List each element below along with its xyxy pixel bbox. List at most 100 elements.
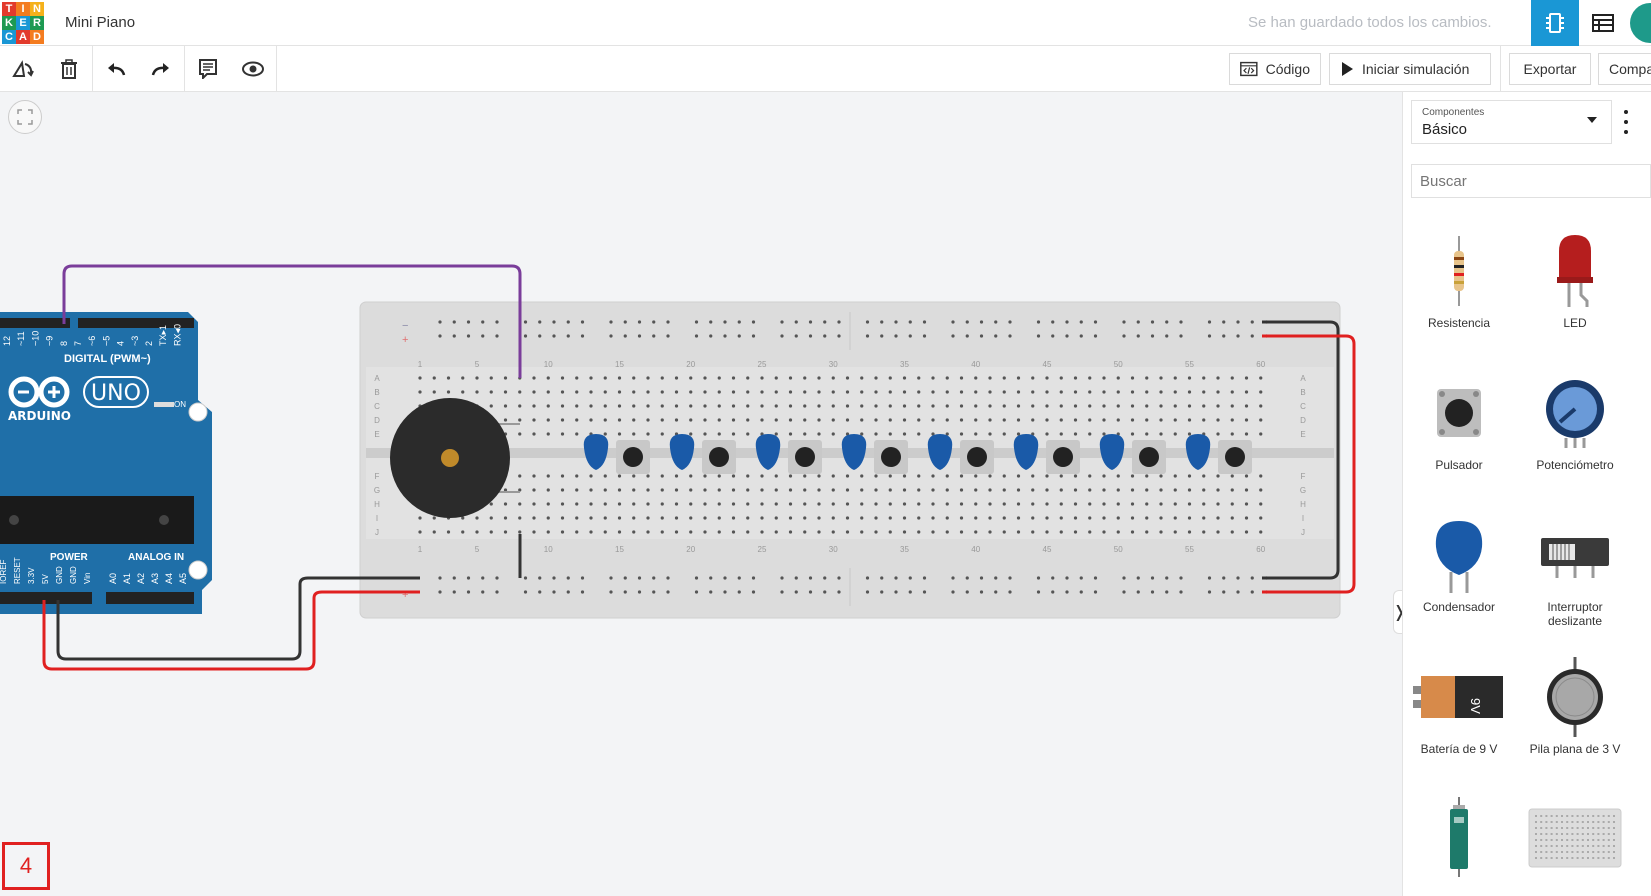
breadboard-hole: [717, 516, 721, 520]
breadboard-hole: [1259, 404, 1263, 408]
breadboard-hole: [1259, 516, 1263, 520]
breadboard-hole: [1230, 376, 1234, 380]
breadboard-hole: [709, 576, 713, 580]
component-aa-battery[interactable]: [1403, 792, 1515, 882]
workspace-canvas[interactable]: − + + 1 1 5 5 10 10 15 15 20 20 25 25 30 30 35 35 40 40 45…: [0, 92, 1406, 896]
component-label: Batería de 9 V: [1420, 742, 1498, 756]
breadboard-hole: [1116, 474, 1120, 478]
delete-button[interactable]: [46, 46, 92, 92]
breadboard-hole: [746, 488, 750, 492]
breadboard-hole: [959, 530, 964, 534]
breadboard-hole: [931, 418, 935, 422]
breadboard-hole: [1236, 320, 1240, 324]
arduino-pin-label: RX◂0: [172, 324, 182, 346]
more-options-icon[interactable]: [1623, 110, 1629, 134]
circuit-view-button[interactable]: [1531, 0, 1579, 46]
share-button[interactable]: Compartir: [1598, 53, 1651, 85]
breadboard-hole: [1059, 418, 1063, 422]
rotate-button[interactable]: [0, 46, 46, 92]
breadboard-hole: [1045, 404, 1049, 408]
breadboard-hole: [860, 418, 864, 422]
breadboard-hole: [418, 390, 422, 394]
component-coin-cell[interactable]: Pila plana de 3 V: [1519, 652, 1631, 756]
breadboard-hole: [917, 404, 921, 408]
breadboard-hole: [922, 590, 927, 594]
circuit-drawing[interactable]: − + + 1155101015152020252530303535404045…: [0, 92, 1402, 896]
breadboard-hole: [888, 516, 892, 520]
redo-button[interactable]: [138, 46, 184, 92]
components-dropdown[interactable]: Componentes Básico: [1411, 100, 1612, 144]
breadboard-hole: [794, 590, 798, 594]
breadboard-hole: [974, 516, 978, 520]
breadboard-hole: [560, 418, 565, 422]
breadboard-hole: [418, 376, 422, 380]
breadboard-hole: [603, 516, 607, 520]
breadboard-hole: [452, 590, 456, 594]
breadboard-hole: [760, 418, 764, 422]
undo-button[interactable]: [93, 46, 139, 92]
component-pushbutton[interactable]: Pulsador: [1403, 368, 1515, 472]
breadboard-hole: [589, 474, 593, 478]
breadboard-hole: [575, 376, 579, 380]
breadboard-label: 5: [475, 545, 480, 554]
breadboard-hole: [1059, 390, 1063, 394]
breadboard-hole: [1102, 432, 1106, 436]
code-button[interactable]: Código: [1229, 53, 1321, 85]
breadboard-hole: [532, 488, 536, 492]
breadboard-hole: [823, 590, 827, 594]
breadboard-hole: [731, 432, 736, 436]
breadboard-hole: [503, 390, 508, 394]
component-breadboard-small[interactable]: [1519, 792, 1631, 882]
breadboard-hole: [1244, 390, 1249, 394]
visibility-button[interactable]: [230, 46, 276, 92]
component-list-button[interactable]: [1583, 0, 1623, 46]
breadboard-hole: [552, 576, 556, 580]
breadboard-hole: [1216, 432, 1220, 436]
breadboard-hole: [959, 432, 964, 436]
breadboard-hole: [1187, 432, 1192, 436]
breadboard-hole: [1031, 390, 1035, 394]
arduino-uno[interactable]: UNO ARDUINO ON DIGITAL (PWM~) POWER ANAL…: [0, 312, 212, 614]
export-button[interactable]: Exportar: [1509, 53, 1591, 85]
breadboard-hole: [994, 320, 998, 324]
breadboard-hole: [703, 390, 707, 394]
component-resistor[interactable]: Resistencia: [1403, 226, 1515, 330]
breadboard-hole: [1016, 418, 1021, 422]
breadboard-hole: [888, 376, 892, 380]
component-search-input[interactable]: [1411, 164, 1651, 198]
breadboard-hole: [617, 404, 622, 408]
breadboard-hole: [1045, 502, 1049, 506]
project-title[interactable]: Mini Piano: [65, 14, 135, 31]
breadboard-hole: [1165, 334, 1169, 338]
component-potentiometer[interactable]: Potenciómetro: [1519, 368, 1631, 472]
tinkercad-logo[interactable]: TINKERCAD: [2, 2, 44, 44]
breadboard-hole: [922, 334, 927, 338]
component-led[interactable]: LED: [1519, 226, 1631, 330]
breadboard-hole: [1008, 320, 1012, 324]
breadboard-hole: [888, 488, 892, 492]
component-capacitor[interactable]: Condensador: [1403, 510, 1515, 614]
component-slide-switch[interactable]: Interruptor deslizante: [1519, 510, 1631, 628]
breadboard-hole: [438, 320, 442, 324]
breadboard-hole: [717, 488, 721, 492]
breadboard-hole: [788, 530, 793, 534]
breadboard-hole: [1031, 516, 1035, 520]
component-9v-battery[interactable]: 9V Batería de 9 V: [1403, 652, 1515, 756]
breadboard-hole: [518, 418, 522, 422]
notes-button[interactable]: [185, 46, 231, 92]
breadboard-hole: [902, 502, 907, 506]
breadboard-hole: [1036, 320, 1041, 324]
user-avatar[interactable]: [1630, 3, 1651, 43]
breadboard-hole: [632, 376, 636, 380]
breadboard-hole: [461, 376, 465, 380]
pushbutton-icon: [1437, 389, 1481, 437]
breadboard-hole: [674, 418, 679, 422]
logo-letter: N: [30, 2, 44, 16]
breadboard-hole: [1059, 432, 1063, 436]
breadboard-hole: [945, 418, 949, 422]
breadboard-hole: [1207, 334, 1212, 338]
breadboard-hole: [845, 418, 850, 422]
breadboard-hole: [1016, 404, 1021, 408]
breadboard-hole: [1207, 590, 1212, 594]
start-simulation-button[interactable]: Iniciar simulación: [1329, 53, 1491, 85]
